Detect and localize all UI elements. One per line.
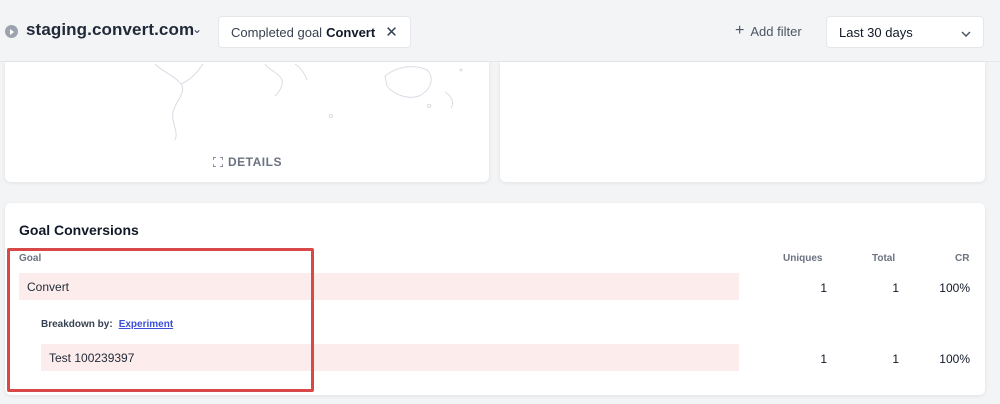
plus-icon: + (735, 22, 745, 39)
chevron-down-icon[interactable]: ⌄ (192, 22, 202, 36)
site-play-icon[interactable] (5, 25, 18, 38)
expand-icon (213, 157, 223, 167)
top-bar: staging.convert.com ⌄ Completed goal Con… (0, 0, 1000, 62)
goal-conversions-card: Goal Conversions Goal Uniques Total CR C… (5, 203, 985, 395)
details-label: DETAILS (228, 155, 282, 169)
section-title: Goal Conversions (19, 222, 139, 238)
details-link[interactable]: DETAILS (213, 155, 282, 169)
total-value: 1 (892, 281, 899, 295)
breakdown-label: Breakdown by: (41, 319, 113, 330)
breakdown-row: Breakdown by: Experiment (41, 319, 173, 330)
total-value: 1 (892, 352, 899, 366)
goal-name: Convert (27, 280, 70, 294)
column-header-uniques: Uniques (783, 253, 823, 264)
column-header-total: Total (872, 253, 896, 264)
goal-filter-chip[interactable]: Completed goal Convert ✕ (218, 16, 411, 48)
cr-value: 100% (939, 281, 970, 295)
filter-value: Convert (326, 24, 376, 40)
date-range-value: Last 30 days (839, 24, 913, 40)
chevron-down-icon (961, 25, 971, 40)
column-header-goal: Goal (19, 253, 42, 264)
row-highlight (19, 273, 739, 300)
breakdown-experiment-link[interactable]: Experiment (119, 319, 173, 330)
site-name[interactable]: staging.convert.com (26, 20, 194, 40)
add-filter-label: Add filter (750, 23, 802, 39)
column-header-cr: CR (955, 253, 970, 264)
filter-prefix: Completed goal (231, 24, 323, 40)
close-icon[interactable]: ✕ (385, 23, 398, 41)
cr-value: 100% (939, 352, 970, 366)
world-map (154, 63, 463, 141)
right-panel-card (500, 62, 985, 182)
map-card: DETAILS (5, 62, 489, 182)
date-range-select[interactable]: Last 30 days (826, 16, 984, 48)
uniques-value: 1 (820, 352, 827, 366)
add-filter-button[interactable]: + Add filter (735, 23, 802, 39)
experiment-name: Test 100239397 (49, 351, 135, 365)
row-highlight (41, 344, 739, 371)
uniques-value: 1 (820, 281, 827, 295)
